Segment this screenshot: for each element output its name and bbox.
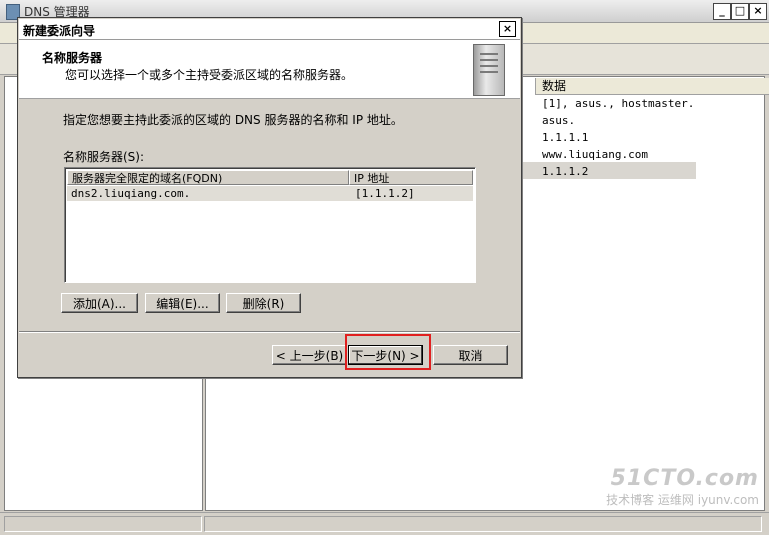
column-header-data[interactable]: 数据	[535, 78, 769, 95]
table-row[interactable]: dns2.liuqiang.com. [1.1.1.2]	[67, 186, 473, 201]
new-delegation-wizard: 新建委派向导 × 名称服务器 您可以选择一个或多个主持受委派区域的名称服务器。 …	[17, 17, 522, 378]
server-fqdn: dns2.liuqiang.com.	[71, 187, 191, 200]
back-button[interactable]: < 上一步(B)	[272, 345, 347, 365]
wizard-header: 名称服务器 您可以选择一个或多个主持受委派区域的名称服务器。	[19, 40, 520, 99]
dialog-titlebar[interactable]: 新建委派向导 ×	[19, 19, 520, 40]
dialog-close-button[interactable]: ×	[499, 21, 516, 37]
server-ip: [1.1.1.2]	[355, 187, 415, 200]
status-bar	[0, 512, 769, 535]
record-row[interactable]: 1.1.1.2	[542, 165, 588, 178]
record-row[interactable]: [1], asus., hostmaster.	[542, 97, 694, 110]
delete-button[interactable]: 删除(R)	[226, 293, 301, 313]
status-pane	[4, 516, 202, 532]
header-title: 名称服务器	[42, 51, 103, 65]
status-pane	[204, 516, 762, 532]
cancel-button[interactable]: 取消	[433, 345, 508, 365]
footer-separator	[19, 331, 520, 333]
record-row[interactable]: www.liuqiang.com	[542, 148, 648, 161]
column-header-ip[interactable]: IP 地址	[349, 170, 473, 185]
record-row[interactable]: 1.1.1.1	[542, 131, 588, 144]
window-close-button[interactable]: ×	[749, 3, 767, 20]
watermark-line-1: 51CTO.com	[610, 466, 759, 491]
annotation-highlight-box	[345, 334, 431, 370]
server-icon	[473, 44, 505, 96]
dialog-title: 新建委派向导	[23, 24, 96, 38]
watermark: 51CTO.com 技术博客 运维网 iyunv.com	[606, 466, 759, 508]
watermark-line-2: 技术博客 运维网 iyunv.com	[606, 493, 759, 507]
minimize-button[interactable]: _	[713, 3, 731, 20]
maximize-button[interactable]: □	[731, 3, 749, 20]
name-servers-label: 名称服务器(S):	[63, 150, 145, 164]
edit-button[interactable]: 编辑(E)...	[145, 293, 220, 313]
record-row[interactable]: asus.	[542, 114, 575, 127]
name-servers-list[interactable]: 服务器完全限定的域名(FQDN) IP 地址 dns2.liuqiang.com…	[64, 167, 476, 283]
column-header-fqdn[interactable]: 服务器完全限定的域名(FQDN)	[67, 170, 349, 185]
add-button[interactable]: 添加(A)...	[61, 293, 138, 313]
instruction-text: 指定您想要主持此委派的区域的 DNS 服务器的名称和 IP 地址。	[63, 113, 403, 127]
header-subtitle: 您可以选择一个或多个主持受委派区域的名称服务器。	[65, 68, 354, 82]
